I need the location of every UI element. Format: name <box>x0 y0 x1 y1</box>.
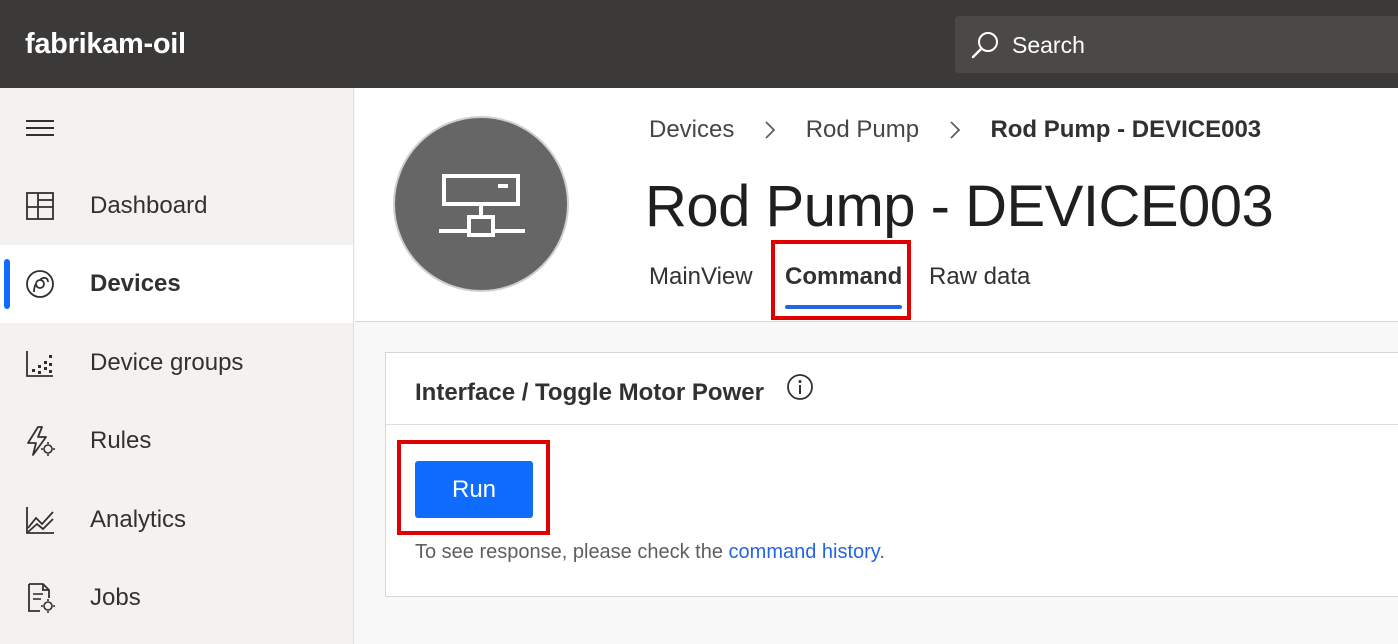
breadcrumb: Devices Rod Pump Rod Pump - DEVICE003 <box>649 115 1261 144</box>
tab-label: MainView <box>649 263 753 290</box>
tab-label: Raw data <box>929 263 1031 290</box>
helper-suffix: . <box>879 541 885 563</box>
breadcrumb-rod-pump[interactable]: Rod Pump <box>806 116 919 144</box>
sidebar-item-rules[interactable]: Rules <box>0 402 353 480</box>
devices-icon <box>26 270 54 298</box>
chevron-right-icon <box>950 121 961 139</box>
search-box[interactable]: Search <box>955 16 1398 73</box>
jobs-icon <box>28 583 55 613</box>
sidebar-item-label: Devices <box>90 270 181 297</box>
active-indicator <box>4 259 10 309</box>
tab-raw-data[interactable]: Raw data <box>929 263 1030 291</box>
sidebar-item-label: Device groups <box>90 349 244 376</box>
sidebar-item-label: Rules <box>90 427 152 454</box>
sidebar-item-devices[interactable]: Devices <box>0 245 353 323</box>
device-avatar <box>393 116 569 292</box>
device-header: Devices Rod Pump Rod Pump - DEVICE003 Ro… <box>355 88 1398 322</box>
analytics-icon <box>26 507 54 534</box>
sidebar-item-label: Jobs <box>90 584 141 611</box>
rules-icon <box>27 426 55 456</box>
hamburger-menu-icon[interactable] <box>24 116 56 140</box>
sidebar-item-analytics[interactable]: Analytics <box>0 481 353 559</box>
highlight-run-button <box>397 440 550 535</box>
top-bar: fabrikam-oil Search <box>0 0 1398 88</box>
sidebar: Dashboard Devices Device groups Rules An… <box>0 88 354 644</box>
dashboard-icon <box>26 192 54 220</box>
highlight-command-tab <box>771 240 911 320</box>
command-card-header: Interface / Toggle Motor Power <box>386 353 1398 425</box>
info-icon[interactable] <box>786 373 814 401</box>
chevron-right-icon <box>765 121 776 139</box>
page-title: Rod Pump - DEVICE003 <box>645 174 1274 239</box>
breadcrumb-current: Rod Pump - DEVICE003 <box>990 115 1262 143</box>
sidebar-item-label: Dashboard <box>90 192 208 219</box>
device-icon <box>439 174 525 237</box>
search-icon <box>971 32 998 59</box>
tab-mainview[interactable]: MainView <box>649 263 753 291</box>
search-placeholder: Search <box>1012 32 1085 58</box>
device-groups-icon <box>26 351 53 377</box>
app-title[interactable]: fabrikam-oil <box>25 28 186 61</box>
command-history-link[interactable]: command history <box>729 541 880 563</box>
breadcrumb-devices[interactable]: Devices <box>649 116 734 144</box>
helper-prefix: To see response, please check the <box>415 541 729 563</box>
sidebar-item-device-groups[interactable]: Device groups <box>0 324 353 402</box>
sidebar-item-jobs[interactable]: Jobs <box>0 559 353 637</box>
command-title: Interface / Toggle Motor Power <box>415 379 764 406</box>
sidebar-item-label: Analytics <box>90 506 187 533</box>
sidebar-item-dashboard[interactable]: Dashboard <box>0 167 353 245</box>
helper-text: To see response, please check the comman… <box>415 541 885 564</box>
